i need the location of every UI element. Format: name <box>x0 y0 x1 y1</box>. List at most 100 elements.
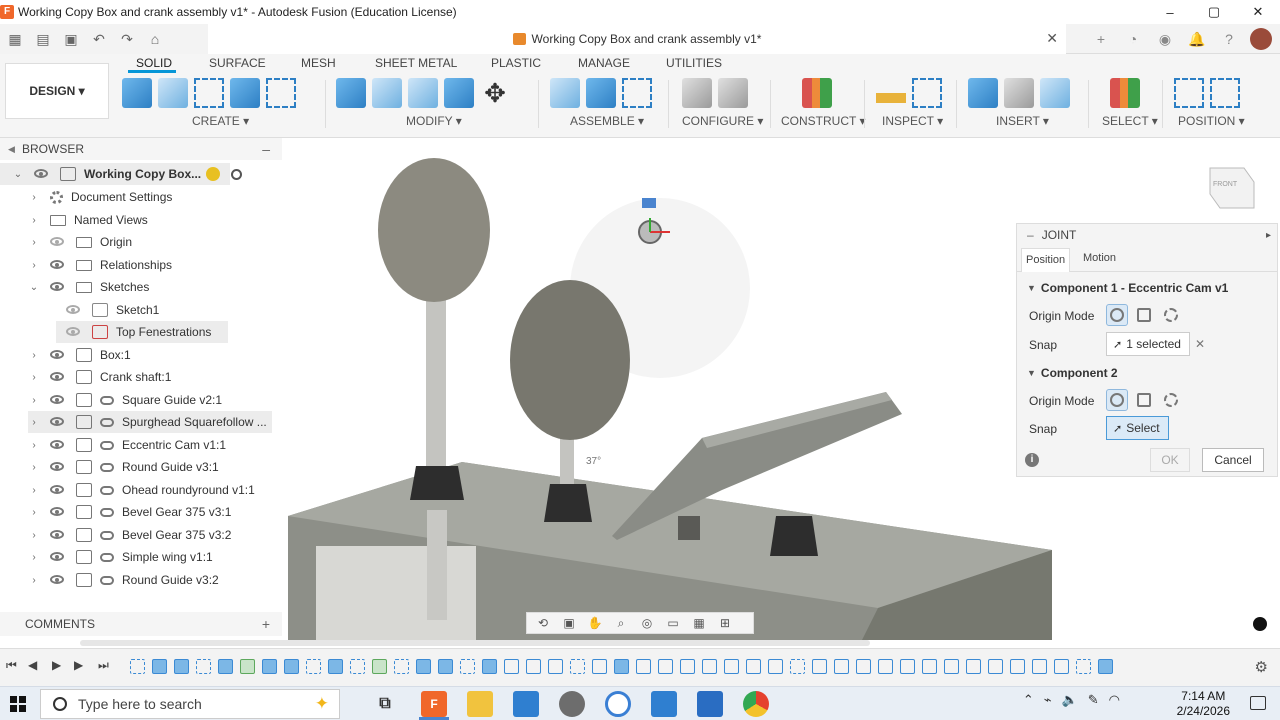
grid-settings-icon[interactable]: ▦ <box>691 616 707 630</box>
redo-icon[interactable]: ↷ <box>116 31 138 48</box>
construct-menu[interactable]: CONSTRUCT ▾ <box>781 114 865 128</box>
extensions-icon[interactable]: ◉ <box>1154 31 1176 48</box>
timeline-feature[interactable] <box>724 658 739 674</box>
timeline-feature[interactable] <box>152 658 167 674</box>
chevron-right-icon[interactable]: › <box>28 417 40 428</box>
timeline-feature[interactable] <box>482 658 497 674</box>
tree-item[interactable]: › Spurghead Squarefollow ... <box>28 411 272 433</box>
eye-icon[interactable] <box>50 530 66 540</box>
help-icon[interactable]: ? <box>1218 31 1240 47</box>
select-menu[interactable]: SELECT ▾ <box>1102 114 1158 128</box>
tree-item[interactable]: › Round Guide v3:1 <box>28 456 219 478</box>
fillet-icon[interactable] <box>372 78 402 108</box>
capture-position-icon[interactable] <box>1174 78 1204 108</box>
extrude-icon[interactable] <box>230 78 260 108</box>
notifications-bell-icon[interactable]: 🔔 <box>1186 31 1208 48</box>
press-pull-icon[interactable] <box>336 78 366 108</box>
select-icon[interactable] <box>1110 78 1140 108</box>
new-tab-icon[interactable]: + <box>1090 31 1112 47</box>
app-icon[interactable] <box>605 691 631 717</box>
tree-item[interactable]: › Ohead roundyround v1:1 <box>28 479 255 501</box>
configuration-table-icon[interactable] <box>718 78 748 108</box>
timeline-back-icon[interactable]: ◀ <box>28 658 37 672</box>
component1-section[interactable]: ▼ Component 1 - Eccentric Cam v1 <box>1027 281 1228 295</box>
minimize-panel-icon[interactable]: – <box>262 141 270 157</box>
center-head[interactable] <box>510 280 630 440</box>
tree-item[interactable]: › Round Guide v3:2 <box>28 569 219 591</box>
viewports-icon[interactable]: ⊞ <box>717 616 733 630</box>
timeline-feature[interactable] <box>240 658 255 674</box>
chevron-right-icon[interactable]: › <box>28 575 40 586</box>
eye-icon[interactable] <box>50 417 66 427</box>
timeline-feature[interactable] <box>1054 658 1069 674</box>
close-tab-icon[interactable]: ✕ <box>1046 30 1058 47</box>
eye-icon[interactable] <box>50 552 66 562</box>
chevron-right-icon[interactable]: › <box>28 395 40 406</box>
timeline-feature[interactable] <box>658 658 673 674</box>
chevron-right-icon[interactable]: › <box>28 462 40 473</box>
orbit-icon[interactable]: ⟲ <box>535 616 551 630</box>
timeline-feature[interactable] <box>416 658 431 674</box>
fusion-taskbar-icon[interactable]: F <box>421 691 447 717</box>
undo-icon[interactable]: ↶ <box>88 31 110 48</box>
tree-item[interactable]: › Bevel Gear 375 v3:2 <box>28 524 231 546</box>
eye-icon[interactable] <box>50 372 66 382</box>
user-avatar[interactable] <box>1250 28 1272 50</box>
publisher-icon[interactable] <box>651 691 677 717</box>
timeline-feature[interactable] <box>460 658 475 674</box>
timeline-feature[interactable] <box>878 658 893 674</box>
eye-icon[interactable] <box>50 350 66 360</box>
timeline-feature[interactable] <box>394 658 409 674</box>
minimize-button[interactable]: – <box>1148 0 1192 24</box>
timeline-feature[interactable] <box>306 658 321 674</box>
app-icon[interactable] <box>697 691 723 717</box>
timeline-feature[interactable] <box>768 658 783 674</box>
timeline-feature[interactable] <box>1032 658 1047 674</box>
simple-origin-icon[interactable] <box>1106 304 1128 326</box>
timeline-feature[interactable] <box>504 658 519 674</box>
pan-icon[interactable]: ✋ <box>587 616 603 630</box>
restore-button[interactable]: ▢ <box>1192 0 1236 24</box>
timeline-end-icon[interactable]: ⏭ <box>98 658 109 673</box>
info-icon[interactable]: i <box>1025 453 1039 467</box>
timeline-feature[interactable] <box>790 658 805 674</box>
timeline-feature[interactable] <box>988 658 1003 674</box>
save-icon[interactable]: ▣ <box>60 31 82 48</box>
new-component-icon[interactable] <box>122 78 152 108</box>
eye-icon[interactable] <box>50 575 66 585</box>
timeline-play-icon[interactable]: ▶ <box>52 658 61 672</box>
ok-button[interactable]: OK <box>1150 448 1190 472</box>
form-icon[interactable] <box>266 78 296 108</box>
tree-item[interactable]: › Bevel Gear 375 v3:1 <box>28 501 231 523</box>
file-menu-icon[interactable]: ▤ <box>32 31 54 48</box>
component2-section[interactable]: ▼ Component 2 <box>1027 366 1118 380</box>
display-settings-icon[interactable]: ▭ <box>665 616 681 630</box>
timeline-feature[interactable] <box>548 658 563 674</box>
tree-item[interactable]: ⌄ Sketches <box>28 276 150 298</box>
section-analysis-icon[interactable] <box>912 78 942 108</box>
timeline-feature[interactable] <box>922 658 937 674</box>
eye-icon[interactable] <box>50 462 66 472</box>
two-edge-intersection-icon[interactable] <box>1160 389 1182 411</box>
look-at-icon[interactable]: ▣ <box>561 616 577 630</box>
timeline-feature[interactable] <box>438 658 453 674</box>
volume-icon[interactable]: 🔈 <box>1062 692 1078 708</box>
chevron-right-icon[interactable]: › <box>28 372 40 383</box>
timeline-feature[interactable] <box>680 658 695 674</box>
as-built-joint-icon[interactable] <box>586 78 616 108</box>
zoom-icon[interactable]: ⌕ <box>613 616 629 630</box>
configure-menu[interactable]: CONFIGURE ▾ <box>682 114 763 128</box>
chevron-right-icon[interactable]: › <box>28 215 40 226</box>
task-view-icon[interactable]: ⧉ <box>372 691 398 717</box>
tree-item[interactable]: › Square Guide v2:1 <box>28 389 222 411</box>
chevron-down-icon[interactable]: ⌄ <box>28 282 40 293</box>
timeline-feature[interactable] <box>284 658 299 674</box>
snap1-select-button[interactable]: ➚ 1 selected <box>1106 332 1190 356</box>
fit-icon[interactable]: ◎ <box>639 616 655 630</box>
collapse-arrow-icon[interactable]: ◀ <box>8 144 22 155</box>
tab-utilities[interactable]: UTILITIES <box>666 56 722 70</box>
chevron-right-icon[interactable]: › <box>28 552 40 563</box>
tree-item[interactable]: › Box:1 <box>28 344 131 366</box>
chevron-up-icon[interactable]: ⌃ <box>1023 692 1034 708</box>
timeline-feature[interactable] <box>900 658 915 674</box>
